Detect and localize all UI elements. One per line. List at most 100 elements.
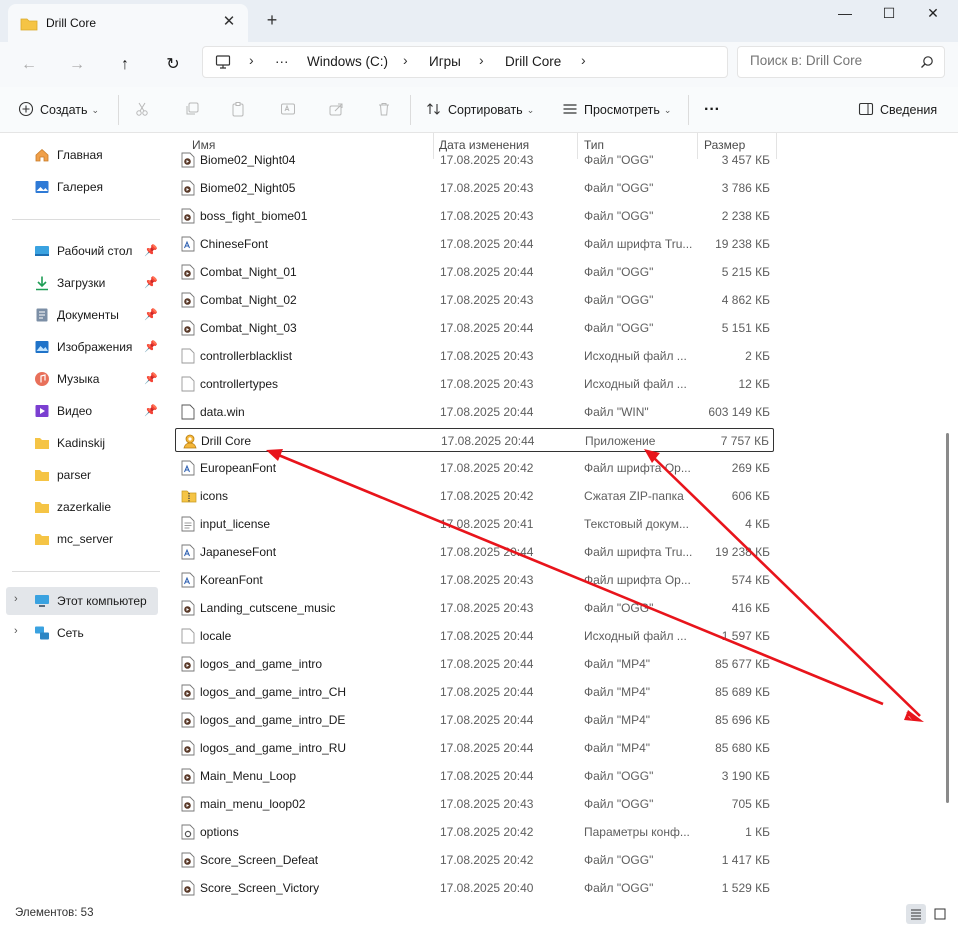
file-row[interactable]: boss_fight_biome01 17.08.2025 20:43 Файл "… xyxy=(175,204,774,228)
breadcrumb-ellipsis[interactable]: ··· xyxy=(275,54,289,69)
sidebar-item-gallery[interactable]: Галерея xyxy=(6,173,158,201)
file-row[interactable]: input_license 17.08.2025 20:41 Текстовый д… xyxy=(175,512,774,536)
file-row[interactable]: Biome02_Night05 17.08.2025 20:43 Файл "OGG… xyxy=(175,176,774,200)
sidebar-item-pictures[interactable]: Изображения 📌 xyxy=(6,333,158,361)
file-row[interactable]: data.win 17.08.2025 20:44 Файл "WIN" 603 14… xyxy=(175,400,774,424)
file-row[interactable]: Combat_Night_01 17.08.2025 20:44 Файл "OGG… xyxy=(175,260,774,284)
up-button[interactable]: ↑ xyxy=(110,50,140,80)
file-size: 1 597 КБ xyxy=(721,629,770,643)
tiles-view-button[interactable] xyxy=(930,904,950,924)
create-button[interactable]: Создать ⌄ xyxy=(18,99,99,121)
file-row[interactable]: Landing_cutscene_music 17.08.2025 20:43 Фа… xyxy=(175,596,774,620)
share-button[interactable] xyxy=(328,99,344,121)
vertical-scrollbar[interactable] xyxy=(942,133,954,900)
file-row[interactable]: logos_and_game_intro 17.08.2025 20:44 Файл… xyxy=(175,652,774,676)
sidebar-item-label: Этот компьютер xyxy=(57,594,147,608)
more-options-button[interactable]: ··· xyxy=(704,99,720,121)
config-file-icon xyxy=(181,824,195,840)
refresh-button[interactable]: ↻ xyxy=(158,50,188,80)
file-row[interactable]: Main_Menu_Loop 17.08.2025 20:44 Файл "OGG"… xyxy=(175,764,774,788)
file-row[interactable]: locale 17.08.2025 20:44 Исходный файл ... 1… xyxy=(175,624,774,648)
file-row[interactable]: logos_and_game_intro_DE 17.08.2025 20:44 Ф… xyxy=(175,708,774,732)
file-row[interactable]: Score_Screen_Victory 17.08.2025 20:40 Файл… xyxy=(175,876,774,900)
file-date: 17.08.2025 20:44 xyxy=(440,741,534,755)
column-divider[interactable] xyxy=(776,133,777,159)
pin-icon: 📌 xyxy=(144,341,158,353)
chevron-right-icon[interactable]: › xyxy=(14,625,18,637)
view-button[interactable]: Просмотреть ⌄ xyxy=(562,99,671,121)
file-row[interactable]: Drill Core 17.08.2025 20:44 Приложение 7 75… xyxy=(175,428,774,452)
tiles-view-icon xyxy=(930,908,950,927)
breadcrumb-separator: › xyxy=(249,52,254,68)
file-size: 85 680 КБ xyxy=(715,741,770,755)
sidebar-item-home[interactable]: Главная xyxy=(6,141,158,169)
breadcrumb-separator: › xyxy=(581,52,586,68)
breadcrumb-windows-c[interactable]: Windows (C:) xyxy=(307,54,388,69)
sidebar-item-network[interactable]: › Сеть xyxy=(6,619,158,647)
sidebar-item-downloads[interactable]: Загрузки 📌 xyxy=(6,269,158,297)
delete-button[interactable] xyxy=(376,99,392,121)
refresh-icon: ↻ xyxy=(166,56,180,73)
sidebar-item-kadinskij[interactable]: Kadinskij xyxy=(6,429,158,457)
arrow-right-icon: → xyxy=(69,56,85,73)
file-date: 17.08.2025 20:42 xyxy=(440,825,534,839)
file-row[interactable]: options 17.08.2025 20:42 Параметры конф...… xyxy=(175,820,774,844)
forward-button[interactable]: → xyxy=(62,50,92,80)
file-row[interactable]: icons 17.08.2025 20:42 Сжатая ZIP-папка 606… xyxy=(175,484,774,508)
media-file-icon xyxy=(181,880,195,896)
file-row[interactable]: Combat_Night_02 17.08.2025 20:43 Файл "OGG… xyxy=(175,288,774,312)
breadcrumb-drill-core[interactable]: Drill Core xyxy=(505,54,561,69)
sidebar-item-documents[interactable]: Документы 📌 xyxy=(6,301,158,329)
search-box[interactable] xyxy=(737,46,945,78)
new-tab-button[interactable]: + xyxy=(262,10,282,30)
sidebar-item-mc-server[interactable]: mc_server xyxy=(6,525,158,553)
file-row[interactable]: controllertypes 17.08.2025 20:43 Исходный … xyxy=(175,372,774,396)
file-date: 17.08.2025 20:44 xyxy=(440,265,534,279)
file-row[interactable]: Score_Screen_Defeat 17.08.2025 20:42 Файл … xyxy=(175,848,774,872)
cut-button[interactable] xyxy=(134,99,150,121)
chevron-right-icon[interactable]: › xyxy=(14,593,18,605)
address-bar[interactable]: › ··· Windows (C:) › Игры › Drill Core › xyxy=(202,46,728,78)
paste-button[interactable] xyxy=(230,99,246,121)
back-button[interactable]: ← xyxy=(14,50,44,80)
sidebar-item-this-pc[interactable]: › Этот компьютер xyxy=(6,587,158,615)
rename-button[interactable] xyxy=(280,99,296,121)
file-row[interactable]: EuropeanFont 17.08.2025 20:42 Файл шрифта … xyxy=(175,456,774,480)
tab-close-button[interactable]: ✕ xyxy=(220,13,238,31)
file-row[interactable]: controllerblacklist 17.08.2025 20:43 Исход… xyxy=(175,344,774,368)
file-name: boss_fight_biome01 xyxy=(200,209,308,223)
media-file-icon xyxy=(181,712,195,728)
file-type: Файл "OGG" xyxy=(584,293,654,307)
file-row[interactable]: Biome02_Night04 17.08.2025 20:43 Файл "OGG… xyxy=(175,148,774,172)
close-window-button[interactable]: ✕ xyxy=(910,0,956,28)
search-input[interactable] xyxy=(750,53,910,68)
maximize-button[interactable]: ☐ xyxy=(866,0,912,28)
sidebar-item-parser[interactable]: parser xyxy=(6,461,158,489)
breadcrumb-games[interactable]: Игры xyxy=(429,54,461,69)
scrollbar-thumb[interactable] xyxy=(946,433,949,803)
sidebar-item-zazerkalie[interactable]: zazerkalie xyxy=(6,493,158,521)
tab-title: Drill Core xyxy=(46,16,97,30)
file-name: Biome02_Night04 xyxy=(200,153,296,167)
file-row[interactable]: KoreanFont 17.08.2025 20:43 Файл шрифта Op… xyxy=(175,568,774,592)
file-row[interactable]: logos_and_game_intro_RU 17.08.2025 20:44 Ф… xyxy=(175,736,774,760)
file-row[interactable]: logos_and_game_intro_CH 17.08.2025 20:44 Ф… xyxy=(175,680,774,704)
sidebar-item-music[interactable]: Музыка 📌 xyxy=(6,365,158,393)
file-row[interactable]: Combat_Night_03 17.08.2025 20:44 Файл "OGG… xyxy=(175,316,774,340)
sidebar-item-desktop[interactable]: Рабочий стол 📌 xyxy=(6,237,158,265)
tab-drill-core[interactable]: Drill Core ✕ xyxy=(8,4,248,42)
details-view-button[interactable] xyxy=(906,904,926,924)
file-row[interactable]: ChineseFont 17.08.2025 20:44 Файл шрифта T… xyxy=(175,232,774,256)
file-name: logos_and_game_intro_RU xyxy=(200,741,347,755)
sidebar-item-videos[interactable]: Видео 📌 xyxy=(6,397,158,425)
search-icon[interactable] xyxy=(920,55,934,72)
copy-button[interactable] xyxy=(184,99,200,121)
details-pane-button[interactable]: Сведения xyxy=(858,99,937,121)
minimize-button[interactable]: — xyxy=(822,0,868,28)
sort-button[interactable]: Сортировать ⌄ xyxy=(426,99,534,121)
file-size: 19 238 КБ xyxy=(715,237,770,251)
file-type: Приложение xyxy=(585,434,656,448)
file-row[interactable]: main_menu_loop02 17.08.2025 20:43 Файл "OG… xyxy=(175,792,774,816)
pin-icon: 📌 xyxy=(144,309,158,321)
file-row[interactable]: JapaneseFont 17.08.2025 20:44 Файл шрифта … xyxy=(175,540,774,564)
